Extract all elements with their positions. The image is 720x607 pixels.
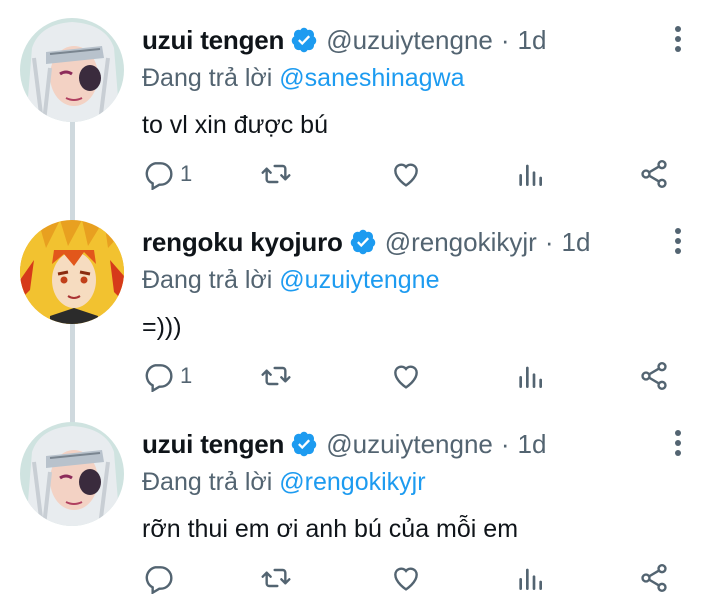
avatar[interactable] — [20, 18, 124, 122]
tweet[interactable]: uzui tengen @uzuiytengne · 1d Đang trả l… — [0, 404, 720, 606]
replying-to: Đang trả lời @uzuiytengne — [142, 262, 720, 298]
replying-to: Đang trả lời @saneshinagwa — [142, 60, 720, 96]
reply-icon — [145, 364, 173, 392]
display-name[interactable]: rengoku kyojuro — [142, 227, 343, 258]
avatar-rengoku-image — [20, 220, 124, 324]
replying-to-label: Đang trả lời — [142, 64, 280, 92]
mention-link[interactable]: @saneshinagwa — [279, 64, 464, 92]
reply-count: 1 — [180, 161, 193, 186]
share-icon — [641, 564, 667, 592]
like-icon — [394, 163, 418, 187]
handle[interactable]: @rengokikyjr — [385, 227, 537, 258]
tweet[interactable]: uzui tengen @uzuiytengne · 1d Đang trả l… — [0, 0, 720, 202]
display-name[interactable]: uzui tengen — [142, 429, 284, 460]
tweet-header: uzui tengen @uzuiytengne · 1d — [142, 424, 720, 464]
reply-count: 1 — [180, 363, 193, 388]
share-icon — [641, 362, 667, 390]
reply-button[interactable]: 1 — [142, 356, 192, 396]
replying-to-label: Đang trả lời — [142, 266, 280, 294]
more-icon[interactable] — [666, 226, 690, 256]
tweet-header: uzui tengen @uzuiytengne · 1d — [142, 20, 720, 60]
reply-button[interactable]: 1 — [142, 154, 192, 194]
timestamp[interactable]: 1d — [518, 25, 547, 56]
share-button[interactable] — [638, 356, 670, 396]
more-icon[interactable] — [666, 24, 690, 54]
tweet-header: rengoku kyojuro @rengokikyjr · 1d — [142, 222, 720, 262]
retweet-icon — [261, 366, 291, 386]
avatar-uzui-image — [20, 18, 124, 122]
reply-button[interactable] — [142, 558, 180, 598]
analytics-icon — [519, 568, 542, 590]
more-icon[interactable] — [666, 428, 690, 458]
separator-dot: · — [500, 428, 510, 459]
analytics-button[interactable] — [514, 356, 546, 396]
reply-icon — [145, 162, 173, 190]
tweet-content: uzui tengen @uzuiytengne · 1d Đang trả l… — [142, 20, 720, 144]
timestamp[interactable]: 1d — [518, 429, 547, 460]
tweet-actions: 1 — [142, 154, 712, 194]
tweet[interactable]: rengoku kyojuro @rengokikyjr · 1d Đang t… — [0, 202, 720, 404]
retweet-icon — [261, 568, 291, 588]
retweet-button[interactable] — [260, 154, 292, 194]
timestamp[interactable]: 1d — [561, 227, 590, 258]
tweet-content: uzui tengen @uzuiytengne · 1d Đang trả l… — [142, 424, 720, 548]
analytics-icon — [519, 366, 542, 388]
reply-icon — [145, 566, 173, 594]
verified-badge-icon — [292, 431, 317, 457]
verified-badge-icon — [292, 27, 317, 53]
like-button[interactable] — [390, 154, 422, 194]
retweet-icon — [261, 164, 291, 184]
tweet-text: rỡn thui em ơi anh bú của mỗi em — [142, 515, 519, 543]
tweet-actions: 1 — [142, 356, 712, 396]
handle[interactable]: @uzuiytengne — [326, 25, 493, 56]
like-icon — [394, 365, 418, 389]
analytics-button[interactable] — [514, 558, 546, 598]
like-icon — [394, 567, 418, 591]
mention-link[interactable]: @rengokikyjr — [279, 468, 425, 496]
tweet-content: rengoku kyojuro @rengokikyjr · 1d Đang t… — [142, 222, 720, 346]
separator-dot: · — [500, 24, 510, 55]
analytics-icon — [519, 164, 542, 186]
tweet-actions — [142, 558, 712, 598]
handle[interactable]: @uzuiytengne — [326, 429, 493, 460]
like-button[interactable] — [390, 558, 422, 598]
retweet-button[interactable] — [260, 356, 292, 396]
replying-to-label: Đang trả lời — [142, 468, 280, 496]
avatar[interactable] — [20, 422, 124, 526]
verified-badge-icon — [350, 229, 375, 255]
share-button[interactable] — [638, 154, 670, 194]
share-icon — [641, 160, 667, 188]
tweet-text: to vl xin được bú — [142, 111, 328, 139]
mention-link[interactable]: @uzuiytengne — [279, 266, 439, 294]
avatar[interactable] — [20, 220, 124, 324]
like-button[interactable] — [390, 356, 422, 396]
separator-dot: · — [544, 226, 554, 257]
retweet-button[interactable] — [260, 558, 292, 598]
share-button[interactable] — [638, 558, 670, 598]
analytics-button[interactable] — [514, 154, 546, 194]
tweet-text: =))) — [142, 313, 182, 341]
replying-to: Đang trả lời @rengokikyjr — [142, 464, 720, 500]
display-name[interactable]: uzui tengen — [142, 25, 284, 56]
avatar-uzui-image — [20, 422, 124, 526]
